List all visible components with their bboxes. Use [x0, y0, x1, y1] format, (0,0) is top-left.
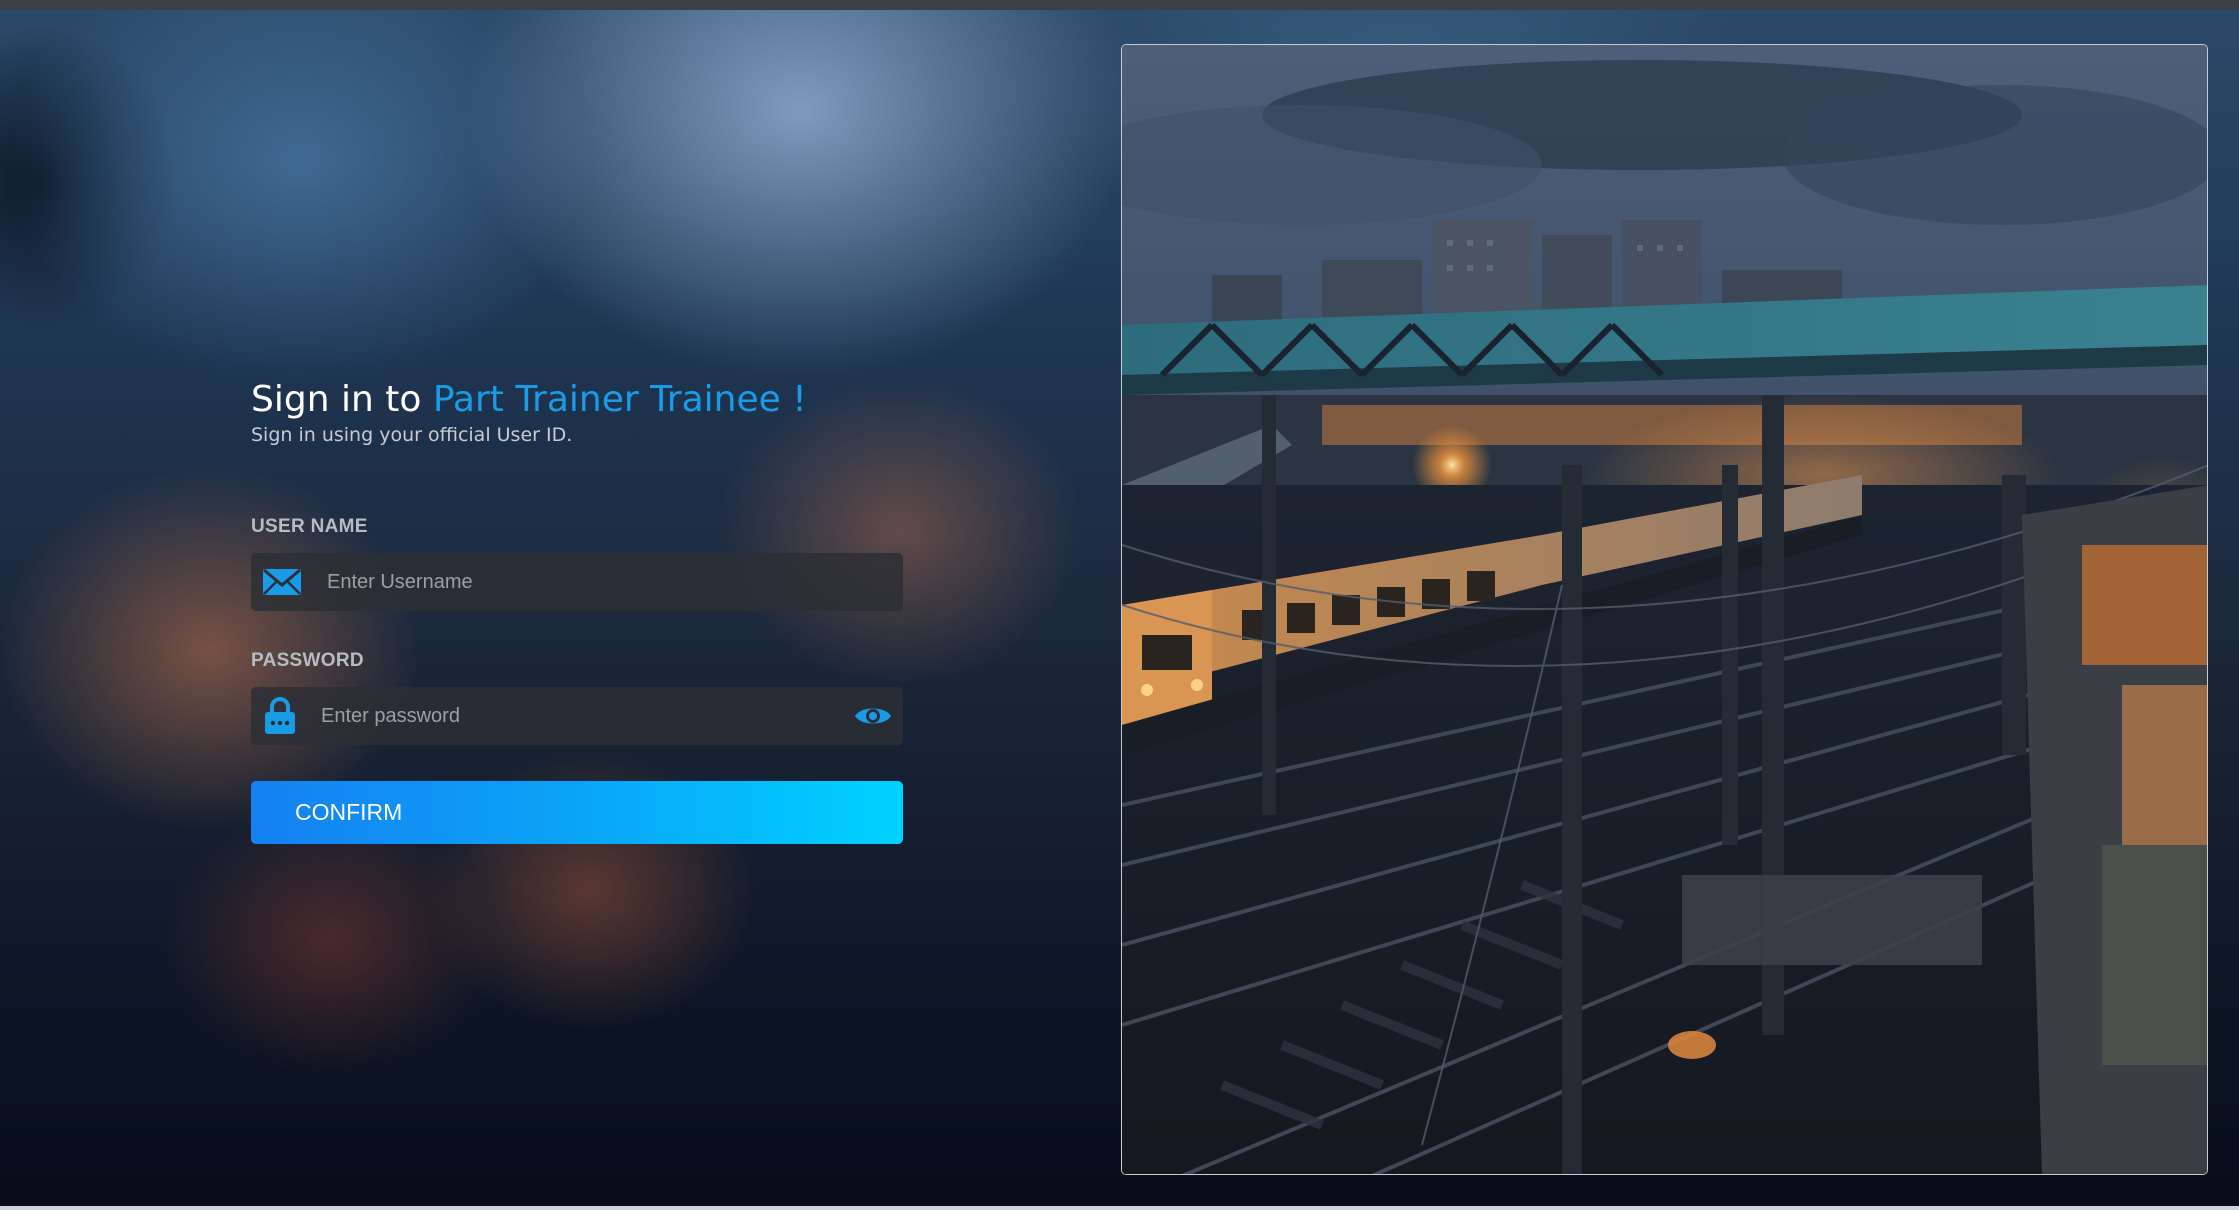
username-field[interactable] [251, 553, 903, 611]
login-form: Sign in to Part Trainer Trainee ! Sign i… [251, 370, 903, 844]
title-prefix: Sign in to [251, 379, 433, 420]
envelope-icon [261, 567, 303, 602]
railway-station-image [1121, 44, 2208, 1175]
password-label: PASSWORD [251, 650, 364, 671]
password-input[interactable] [321, 687, 821, 745]
page-title: Sign in to Part Trainer Trainee ! [251, 370, 903, 430]
lock-icon [263, 697, 297, 740]
app-name: Part Trainer Trainee ! [432, 379, 807, 420]
username-label: USER NAME [251, 516, 368, 537]
window-top-strip [0, 0, 2239, 10]
password-field[interactable] [251, 687, 903, 745]
eye-icon[interactable] [853, 702, 893, 735]
confirm-button[interactable]: CONFIRM [251, 781, 903, 844]
username-input[interactable] [327, 553, 887, 611]
window-bottom-strip [0, 1206, 2239, 1210]
